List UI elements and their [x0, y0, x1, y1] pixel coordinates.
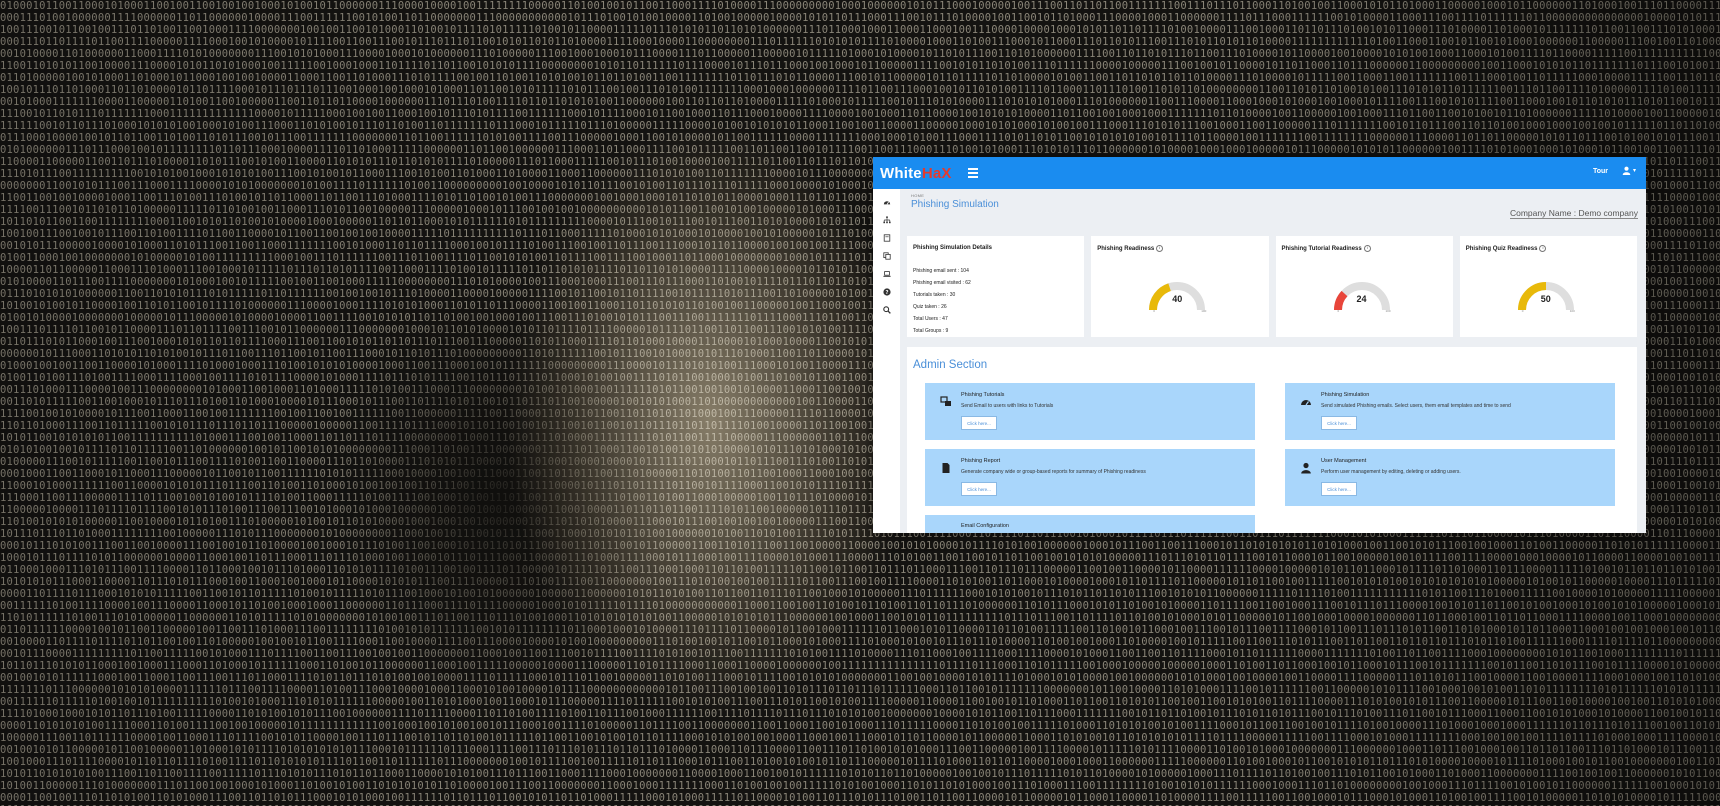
card-title: Phishing Tutorial Readiness i: [1282, 245, 1371, 252]
app-window: WhiteHaX Tour ▾ ? HOME Phishing Simulati…: [873, 157, 1646, 533]
svg-text:?: ?: [885, 290, 888, 296]
panel-user-management: User Management Perform user management …: [1285, 449, 1615, 506]
logo[interactable]: WhiteHaX: [880, 165, 952, 182]
panel-phishing-tutorials: Phishing Tutorials Send Email to users w…: [925, 383, 1255, 440]
sidebar-item-simulation[interactable]: [877, 265, 897, 283]
gauge-max: 100: [1201, 309, 1207, 313]
stat-total-groups: Total Groups : 9: [913, 328, 949, 334]
search-icon: [882, 306, 891, 314]
phishing-tutorials-button[interactable]: Click here...: [961, 416, 997, 430]
panel-phishing-simulation: Phishing Simulation Send simulated Phish…: [1285, 383, 1615, 440]
sidebar-item-search[interactable]: [877, 301, 897, 319]
panel-title: User Management: [1321, 458, 1367, 464]
sidebar-item-home[interactable]: [877, 193, 897, 211]
gauge-value: 40: [1172, 294, 1183, 304]
phishing-report-button[interactable]: Click here...: [961, 482, 997, 496]
panel-title: Phishing Report: [961, 458, 1001, 464]
card-title-text: Phishing Quiz Readiness: [1465, 245, 1538, 252]
page-header: HOME Phishing Simulation Company Name : …: [911, 193, 1638, 223]
envelope-icon: [939, 527, 953, 533]
main-content: HOME Phishing Simulation Company Name : …: [900, 189, 1646, 533]
company-name: Company Name : Demo company: [1509, 208, 1638, 219]
info-icon[interactable]: i: [1539, 245, 1547, 252]
stat-tutorials-taken: Tutorials taken : 30: [913, 292, 956, 298]
sidebar-item-tutorials[interactable]: [877, 229, 897, 247]
tour-link[interactable]: Tour: [1593, 168, 1608, 175]
book-icon: [883, 234, 890, 242]
laptop-icon: [882, 271, 891, 277]
sidebar-item-help[interactable]: ?: [877, 283, 897, 301]
quiz-readiness-card: Phishing Quiz Readiness i 50 0 100: [1459, 236, 1637, 337]
quiz-readiness-gauge: 50 0 100: [1514, 274, 1578, 320]
breadcrumb[interactable]: HOME: [911, 193, 1638, 198]
phishing-simulation-button[interactable]: Click here...: [1321, 416, 1357, 430]
stat-emails-visited: Phishing email visited : 62: [913, 280, 971, 286]
dashboard-icon: [883, 201, 890, 205]
gauge-max: 100: [1385, 309, 1391, 313]
phishing-readiness-gauge: 40 0 100: [1145, 274, 1209, 320]
info-icon[interactable]: i: [1156, 245, 1164, 252]
top-navbar: WhiteHaX Tour ▾: [873, 157, 1646, 189]
card-title: Phishing Readiness i: [1097, 245, 1164, 252]
panel-description: Perform user management by editing, dele…: [1321, 469, 1461, 475]
panel-email-configuration: Email Configuration: [925, 515, 1255, 533]
details-card-title: Phishing Simulation Details: [913, 245, 993, 251]
details-card: Phishing Simulation Details Phishing ema…: [907, 236, 1085, 337]
logo-white: White: [880, 164, 922, 182]
tutorial-readiness-card: Phishing Tutorial Readiness i 24 0 100: [1275, 236, 1453, 337]
card-title: Phishing Quiz Readiness i: [1466, 245, 1547, 252]
panel-title: Phishing Simulation: [1321, 392, 1370, 398]
tutorial-icon: [939, 395, 953, 409]
stat-emails-sent: Phishing email sent : 104: [913, 268, 969, 274]
gauge-max: 100: [1569, 309, 1575, 313]
sidebar-item-quiz[interactable]: [877, 247, 897, 265]
dashboard-icon: [1299, 395, 1313, 409]
panel-description: Send Email to users with links to Tutori…: [961, 403, 1054, 409]
gauge-min: 0: [1337, 309, 1340, 313]
gauge-min: 0: [1521, 309, 1524, 313]
stat-total-users: Total Users : 47: [913, 316, 948, 322]
phishing-readiness-card: Phishing Readiness i 40 0 100: [1091, 236, 1269, 337]
panel-description: Generate company wide or group-based rep…: [961, 469, 1146, 475]
panel-phishing-report: Phishing Report Generate company wide or…: [925, 449, 1255, 506]
sidebar-item-groups[interactable]: [877, 211, 897, 229]
file-icon: [939, 461, 953, 475]
panel-description: Send simulated Phishing emails. Select u…: [1321, 403, 1511, 409]
menu-toggle-icon[interactable]: [967, 168, 978, 178]
sidebar: ?: [873, 189, 900, 533]
card-title-text: Phishing Tutorial Readiness: [1281, 245, 1362, 252]
stat-quiz-taken: Quiz taken : 26: [913, 304, 947, 310]
user-icon: [1299, 461, 1313, 475]
user-menu-button[interactable]: ▾: [1622, 166, 1636, 175]
copy-icon: [882, 252, 891, 260]
tutorial-readiness-gauge: 24 0 100: [1330, 274, 1394, 320]
info-icon[interactable]: i: [1363, 245, 1371, 252]
admin-section: Admin Section Phishing Tutorials Send Em…: [907, 347, 1637, 533]
stats-list: Phishing email sent : 104 Phishing email…: [913, 265, 971, 337]
panel-title: Phishing Tutorials: [961, 392, 1005, 398]
user-icon: [1622, 166, 1631, 175]
gauge-min: 0: [1153, 309, 1155, 313]
summary-cards: Phishing Simulation Details Phishing ema…: [907, 236, 1637, 337]
card-title-text: Phishing Readiness: [1097, 245, 1155, 252]
gauge-value: 50: [1540, 294, 1551, 304]
panel-title: Email Configuration: [961, 523, 1009, 529]
admin-section-title: Admin Section: [913, 359, 988, 371]
sitemap-icon: [882, 216, 891, 224]
logo-hax: HaX: [921, 164, 952, 182]
chevron-down-icon: ▾: [1632, 168, 1636, 174]
question-icon: ?: [882, 288, 891, 296]
gauge-value: 24: [1356, 294, 1367, 304]
user-management-button[interactable]: Click here...: [1321, 482, 1357, 496]
